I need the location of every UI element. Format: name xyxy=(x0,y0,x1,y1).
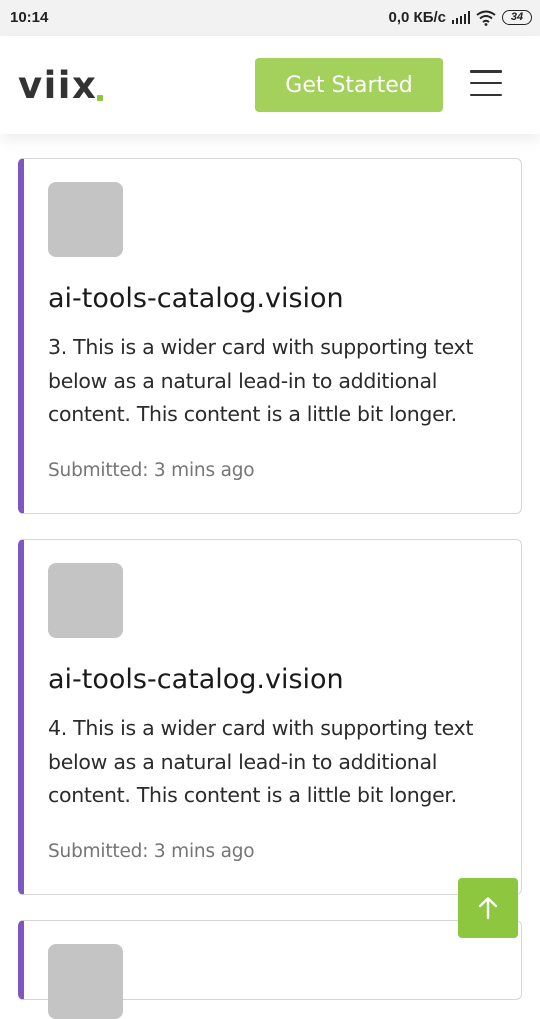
status-bar: 10:14 0,0 КБ/с 34 xyxy=(0,0,540,36)
arrow-up-icon xyxy=(478,897,498,920)
get-started-button[interactable]: Get Started xyxy=(255,58,443,112)
card-thumbnail xyxy=(48,563,123,638)
scroll-to-top-button[interactable] xyxy=(458,878,518,938)
card-text: 4. This is a wider card with supporting … xyxy=(48,716,474,807)
card-meta: Submitted: 3 mins ago xyxy=(48,841,255,862)
logo[interactable]: viix xyxy=(18,64,97,107)
site-header: viix Get Started xyxy=(0,36,540,134)
card[interactable]: ai-tools-catalog.vision 4. This is a wid… xyxy=(18,539,522,895)
card-meta: Submitted: 3 mins ago xyxy=(48,460,255,481)
card-thumbnail xyxy=(48,182,123,257)
card-partial[interactable] xyxy=(18,920,522,1019)
logo-dot xyxy=(97,95,103,101)
card-title[interactable]: ai-tools-catalog.vision xyxy=(48,664,344,695)
wifi-icon xyxy=(476,10,496,26)
card[interactable]: ai-tools-catalog.vision 3. This is a wid… xyxy=(18,158,522,514)
battery-icon: 34 xyxy=(502,10,532,25)
card-title[interactable]: ai-tools-catalog.vision xyxy=(48,283,344,314)
signal-icon xyxy=(452,11,470,24)
status-time: 10:14 xyxy=(10,9,49,26)
card-text: 3. This is a wider card with supporting … xyxy=(48,335,474,426)
hamburger-menu-icon[interactable] xyxy=(470,70,502,96)
status-icons: 0,0 КБ/с 34 xyxy=(389,9,532,26)
card-thumbnail xyxy=(48,944,123,1019)
network-speed: 0,0 КБ/с xyxy=(388,9,446,26)
